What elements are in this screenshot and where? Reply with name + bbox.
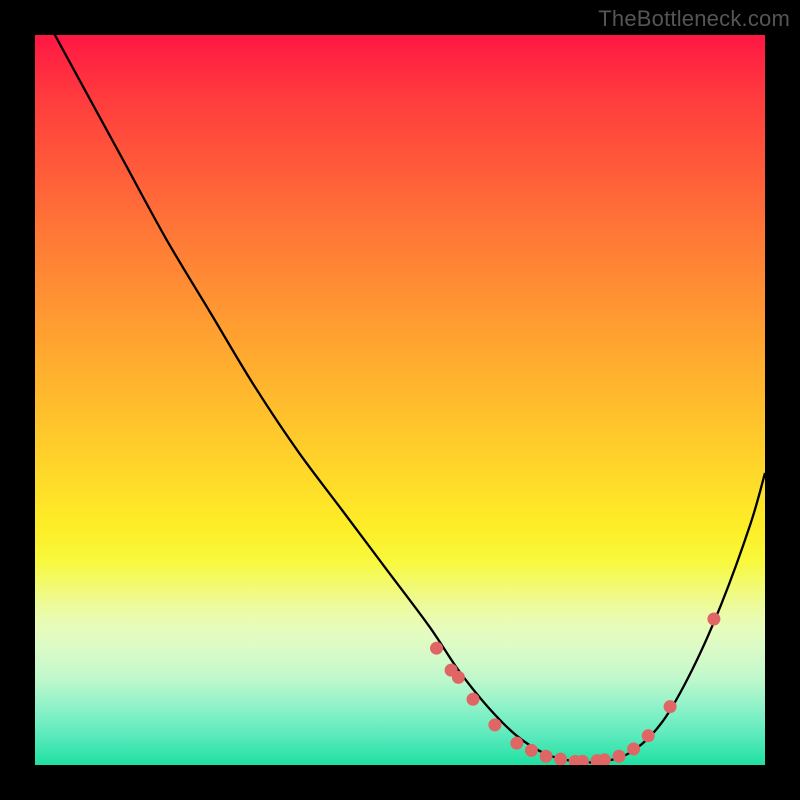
data-point xyxy=(430,642,443,655)
data-point xyxy=(540,750,553,763)
data-point xyxy=(510,737,523,750)
data-point xyxy=(664,700,677,713)
data-point xyxy=(525,744,538,757)
data-point xyxy=(467,693,480,706)
chart-svg xyxy=(35,35,765,765)
data-point xyxy=(613,750,626,763)
data-point xyxy=(707,613,720,626)
data-point xyxy=(452,671,465,684)
data-point xyxy=(488,718,501,731)
data-point xyxy=(642,729,655,742)
chart-container: TheBottleneck.com xyxy=(0,0,800,800)
data-point xyxy=(627,742,640,755)
curve-line xyxy=(35,35,765,763)
data-point xyxy=(554,753,567,765)
watermark-text: TheBottleneck.com xyxy=(598,6,790,32)
plot-area xyxy=(35,35,765,765)
